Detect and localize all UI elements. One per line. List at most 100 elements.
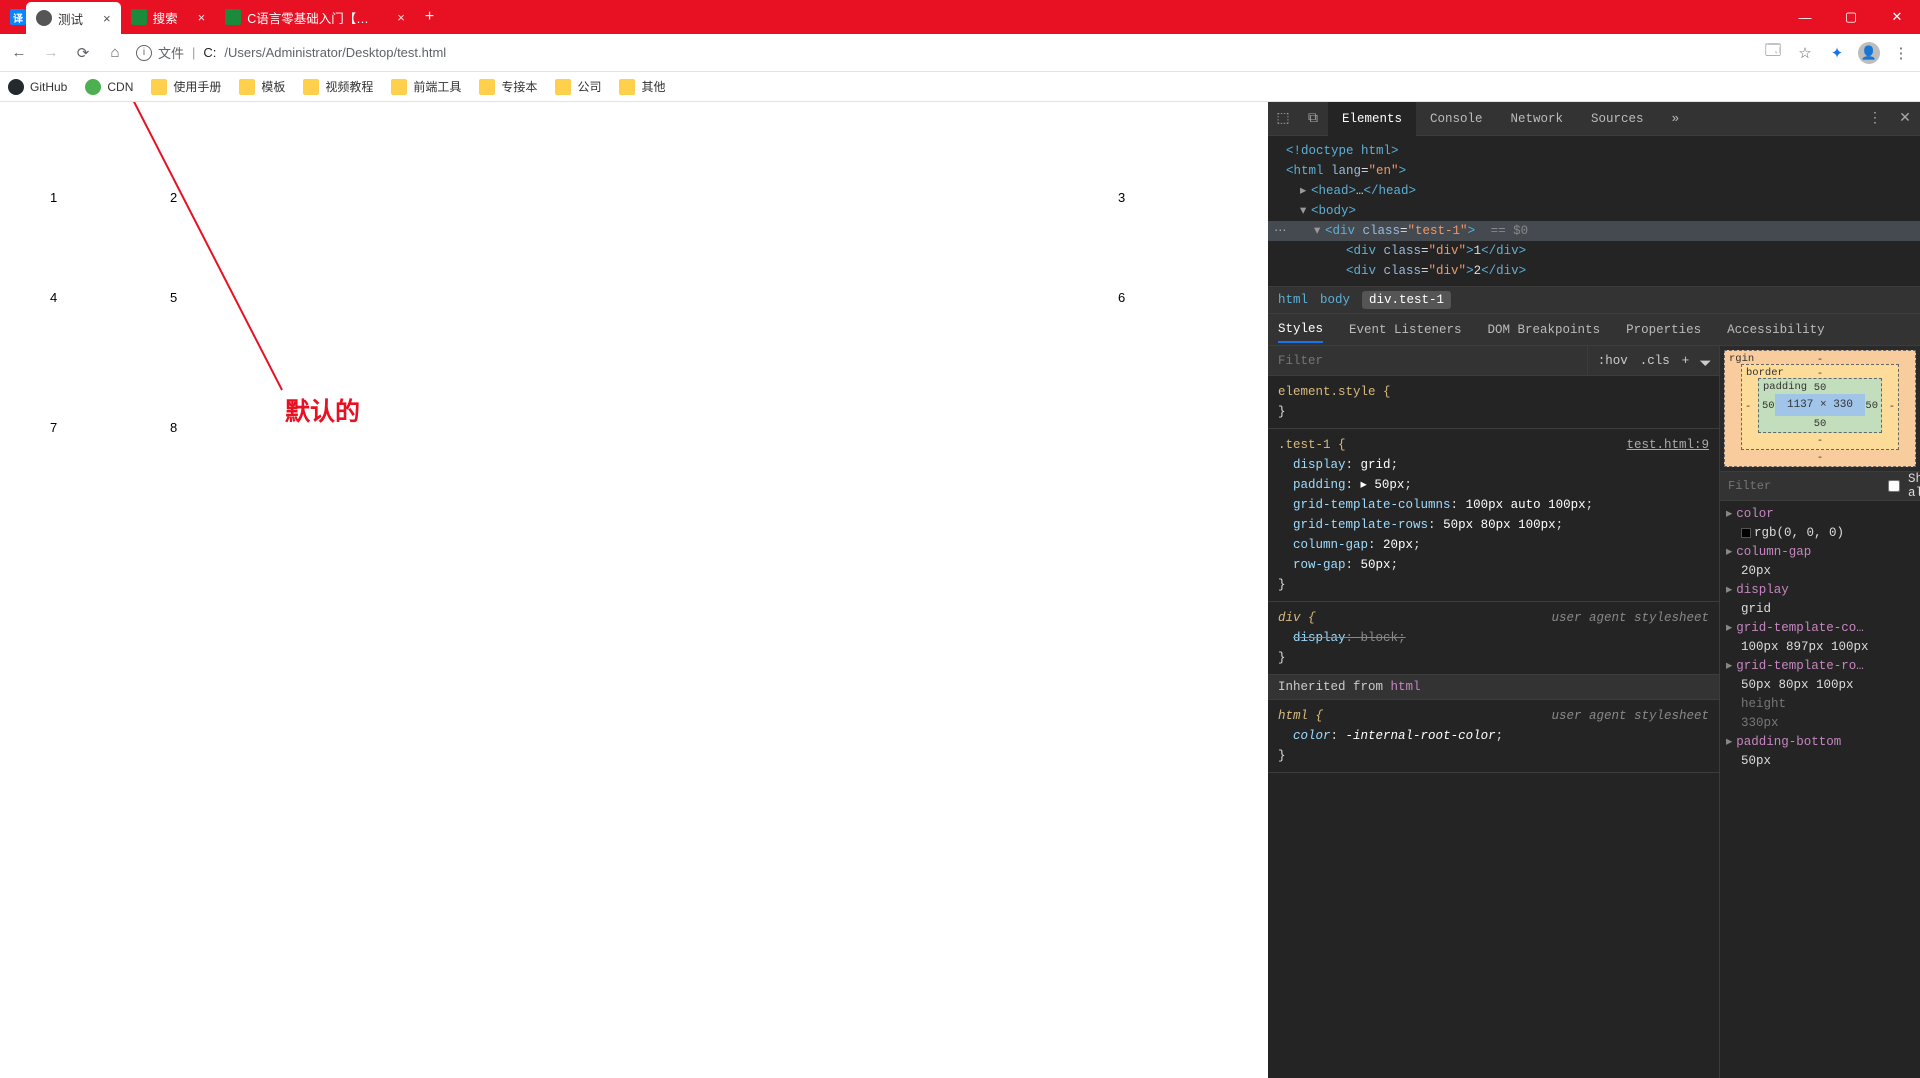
url-box[interactable]: i文件 | C:/Users/Administrator/Desktop/tes… (136, 43, 1752, 62)
box-model-content: 1137 × 330 (1775, 394, 1865, 416)
titlebar: 译 测试 × 搜索 × C语言零基础入门【基础教程】- × + — ▢ ✕ (0, 0, 1920, 34)
back-button[interactable]: ← (8, 44, 30, 61)
folder-icon (151, 79, 167, 95)
dom-tree[interactable]: <!doctype html> <html lang="en"> ▸<head>… (1268, 136, 1920, 286)
extension-icon[interactable]: ✦ (1826, 44, 1848, 62)
side-panels: Styles Event Listeners DOM Breakpoints P… (1268, 314, 1920, 346)
cdn-icon (85, 79, 101, 95)
annotation-text: 默认的 (285, 392, 360, 428)
show-all-label: Show all (1908, 472, 1920, 500)
bookmark-folder[interactable]: 专接本 (479, 78, 537, 95)
folder-icon (303, 79, 319, 95)
minimize-button[interactable]: — (1782, 0, 1828, 34)
url-path: /Users/Administrator/Desktop/test.html (224, 45, 446, 60)
translate-icon: 译 (10, 9, 26, 25)
globe-icon (36, 10, 52, 26)
grid-cell: 2 (170, 190, 1098, 240)
tab-network[interactable]: Network (1497, 102, 1578, 136)
address-bar: ← → ⟳ ⌂ i文件 | C:/Users/Administrator/Des… (0, 34, 1920, 72)
tab-2[interactable]: C语言零基础入门【基础教程】- × (215, 0, 415, 34)
translate-page-icon[interactable]: 🗔 (1762, 40, 1784, 65)
tab-title: 测试 (58, 9, 83, 28)
grid-cell: 5 (170, 290, 1098, 370)
bookmark-folder[interactable]: 其他 (619, 78, 665, 95)
star-icon[interactable]: ☆ (1794, 44, 1816, 62)
settings-icon[interactable]: ⋮ (1860, 110, 1890, 127)
bookmark-cdn[interactable]: CDN (85, 79, 133, 95)
tab-sources[interactable]: Sources (1577, 102, 1658, 136)
profile-avatar[interactable]: 👤 (1858, 42, 1880, 64)
bookmark-folder[interactable]: 模板 (239, 78, 285, 95)
source-link[interactable]: test.html:9 (1626, 435, 1709, 455)
grid-cell: 8 (170, 420, 1098, 520)
tab-1[interactable]: 搜索 × (121, 0, 216, 34)
close-icon[interactable]: × (103, 11, 111, 26)
maximize-button[interactable]: ▢ (1828, 0, 1874, 34)
bookmark-github[interactable]: GitHub (8, 79, 67, 95)
tab-console[interactable]: Console (1416, 102, 1497, 136)
info-icon: i (136, 45, 152, 61)
folder-icon (391, 79, 407, 95)
styles-pane: :hov .cls + ◢ element.style {} test.html… (1268, 346, 1720, 1078)
url-prefix: C: (203, 45, 216, 60)
devtools: ⬚ ⧉ Elements Console Network Sources » ⋮… (1268, 102, 1920, 1078)
folder-icon (239, 79, 255, 95)
breadcrumb: html body div.test-1 (1268, 286, 1920, 314)
grid-cell: 6 (1118, 290, 1218, 370)
bookmark-folder[interactable]: 使用手册 (151, 78, 221, 95)
reload-button[interactable]: ⟳ (72, 44, 94, 62)
computed-filter-input[interactable] (1728, 479, 1880, 493)
show-all-checkbox[interactable] (1888, 480, 1900, 492)
panel-event-listeners[interactable]: Event Listeners (1349, 323, 1462, 337)
div-style-block[interactable]: user agent stylesheet div { display: blo… (1268, 602, 1719, 675)
new-rule-button[interactable]: + (1682, 354, 1690, 368)
panel-styles[interactable]: Styles (1278, 322, 1323, 343)
crumb-selected[interactable]: div.test-1 (1362, 291, 1451, 309)
devtools-tabs: ⬚ ⧉ Elements Console Network Sources » ⋮… (1268, 102, 1920, 136)
home-button[interactable]: ⌂ (104, 44, 126, 61)
github-icon (8, 79, 24, 95)
panel-dom-breakpoints[interactable]: DOM Breakpoints (1488, 323, 1601, 337)
favicon-icon (131, 9, 147, 25)
styles-filter-input[interactable] (1268, 354, 1587, 368)
test-1-grid: 1 2 3 4 5 6 7 8 (0, 140, 1268, 570)
menu-button[interactable]: ⋮ (1890, 44, 1912, 62)
tab-0[interactable]: 测试 × (26, 2, 121, 34)
translate-extension-icon[interactable]: 译 (0, 0, 26, 34)
bookmark-folder[interactable]: 视频教程 (303, 78, 373, 95)
window-controls: — ▢ ✕ (1782, 0, 1920, 34)
more-icon[interactable]: ◢ (1698, 354, 1712, 368)
box-model[interactable]: rgin -- border -- -- padding 50 50 (1720, 346, 1920, 471)
close-devtools-icon[interactable]: ✕ (1890, 110, 1920, 127)
url-info-label: 文件 (158, 43, 184, 62)
grid-cell: 3 (1118, 190, 1218, 240)
forward-button[interactable]: → (40, 44, 62, 61)
test1-style-block[interactable]: test.html:9 .test-1 { display: grid; pad… (1268, 429, 1719, 602)
close-icon[interactable]: × (198, 10, 206, 25)
cls-toggle[interactable]: .cls (1640, 354, 1670, 368)
more-tabs[interactable]: » (1658, 102, 1694, 136)
close-icon[interactable]: × (397, 10, 405, 25)
hov-toggle[interactable]: :hov (1598, 354, 1628, 368)
device-toolbar-icon[interactable]: ⧉ (1298, 111, 1328, 127)
crumb-html[interactable]: html (1278, 293, 1308, 307)
grid-cell: 4 (50, 290, 150, 370)
panel-properties[interactable]: Properties (1626, 323, 1701, 337)
computed-pane: rgin -- border -- -- padding 50 50 (1720, 346, 1920, 1078)
inspect-element-icon[interactable]: ⬚ (1268, 110, 1298, 127)
folder-icon (619, 79, 635, 95)
folder-icon (555, 79, 571, 95)
tab-elements[interactable]: Elements (1328, 102, 1416, 136)
html-style-block[interactable]: user agent stylesheet html { color: -int… (1268, 700, 1719, 773)
folder-icon (479, 79, 495, 95)
element-style-block[interactable]: element.style {} (1268, 376, 1719, 429)
bookmark-folder[interactable]: 公司 (555, 78, 601, 95)
computed-list[interactable]: ▸color rgb(0, 0, 0) ▸column-gap 20px ▸di… (1720, 501, 1920, 775)
inherited-label: Inherited from html (1268, 675, 1719, 700)
new-tab-button[interactable]: + (415, 0, 444, 34)
crumb-body[interactable]: body (1320, 293, 1350, 307)
bookmark-folder[interactable]: 前端工具 (391, 78, 461, 95)
panel-accessibility[interactable]: Accessibility (1727, 323, 1825, 337)
close-window-button[interactable]: ✕ (1874, 0, 1920, 34)
tab-title: C语言零基础入门【基础教程】- (247, 8, 377, 27)
